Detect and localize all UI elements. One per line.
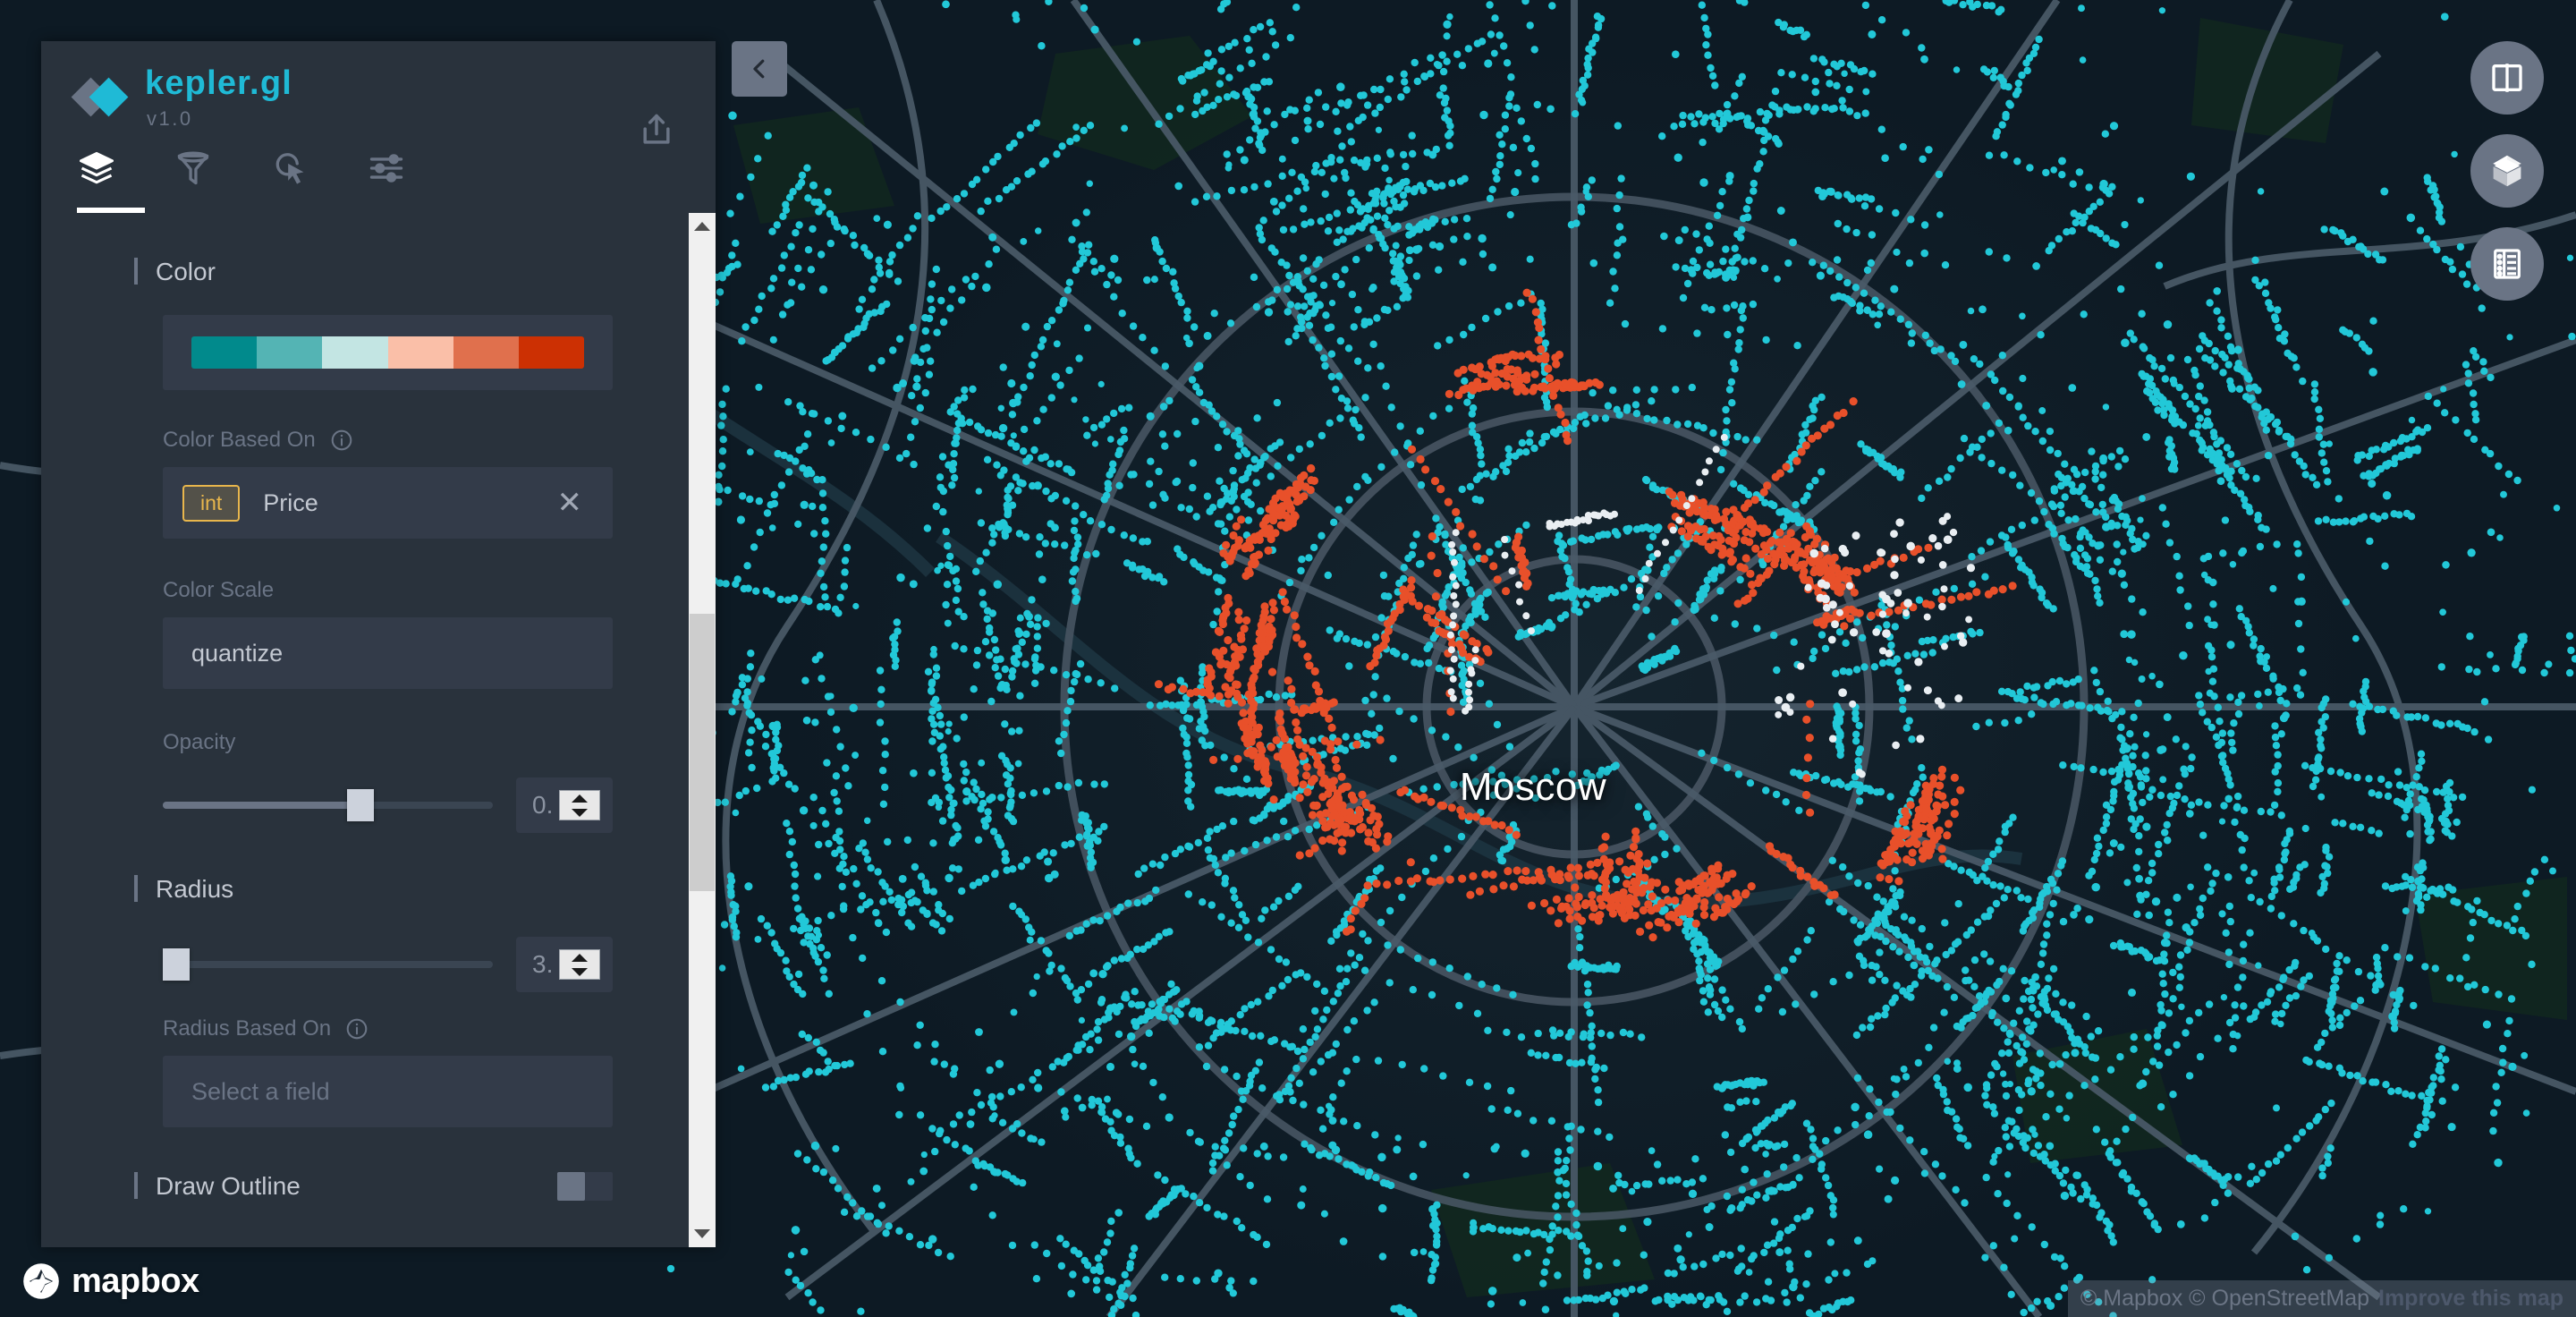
info-icon[interactable]: [345, 1017, 369, 1041]
section-radius: Radius: [41, 871, 689, 907]
panel-tab-bar: [77, 141, 716, 213]
color-scale-label: Color Scale: [163, 578, 275, 602]
radius-value-input[interactable]: 3.: [516, 937, 613, 992]
color-field-name: Price: [263, 489, 318, 516]
radius-value: 3.: [532, 950, 554, 978]
cursor-click-icon: [275, 153, 304, 184]
panel-header: kepler.gl v1.0: [41, 41, 716, 213]
color-based-on-label-row: Color Based On: [41, 428, 689, 453]
opacity-slider-row: 0.: [163, 769, 613, 841]
color-palette-selector[interactable]: [163, 315, 613, 390]
opacity-slider[interactable]: [163, 786, 493, 825]
radius-stepper[interactable]: [559, 949, 600, 980]
brand-logo: kepler.gl v1.0: [71, 64, 680, 131]
color-palette-swatches: [191, 336, 584, 369]
radius-slider-handle[interactable]: [162, 948, 190, 981]
funnel-icon: [177, 151, 209, 185]
scrollbar-thumb[interactable]: [690, 614, 715, 891]
tab-interactions[interactable]: [270, 141, 367, 213]
side-panel: kepler.gl v1.0 Color Color Based On int …: [41, 41, 716, 1247]
clear-color-field-button[interactable]: ✕: [552, 488, 589, 518]
app-title: kepler.gl: [145, 64, 292, 102]
panel-scrollbar[interactable]: [689, 213, 716, 1247]
improve-map-link[interactable]: Improve this map: [2378, 1286, 2563, 1312]
palette-swatch-3: [387, 336, 453, 369]
radius-based-on-label: Radius Based On: [163, 1016, 332, 1041]
map-attribution: © Mapbox © OpenStreetMap Improve this ma…: [2067, 1280, 2576, 1317]
draw-outline-label: Draw Outline: [156, 1172, 301, 1200]
color-based-on-label: Color Based On: [163, 428, 316, 452]
tab-map-style[interactable]: [367, 141, 463, 213]
attribution-text: © Mapbox © OpenStreetMap: [2080, 1286, 2369, 1311]
palette-swatch-4: [453, 336, 519, 369]
radius-slider[interactable]: [162, 945, 493, 984]
color-field-selector[interactable]: int Price ✕: [163, 467, 613, 539]
palette-swatch-0: [191, 336, 258, 369]
layer-config-scroll: Color Color Based On int Price ✕ Color S: [41, 213, 689, 1247]
collapse-panel-button[interactable]: [732, 41, 787, 97]
palette-swatch-5: [518, 336, 584, 369]
3d-map-button[interactable]: [2470, 134, 2544, 208]
opacity-stepper[interactable]: [559, 790, 600, 820]
split-map-button[interactable]: [2470, 41, 2544, 115]
section-radius-title: Radius: [156, 875, 234, 903]
mapbox-logo[interactable]: mapbox: [21, 1262, 199, 1301]
opacity-value-input[interactable]: 0.: [516, 777, 613, 833]
radius-slider-row: 3.: [162, 929, 613, 1000]
draw-outline-toggle[interactable]: [557, 1172, 613, 1201]
opacity-value: 0.: [532, 791, 554, 819]
palette-swatch-1: [257, 336, 323, 369]
mapbox-logo-text: mapbox: [72, 1262, 199, 1300]
color-scale-selector[interactable]: quantize: [163, 617, 613, 689]
tab-filters[interactable]: [174, 141, 270, 213]
app-version: v1.0: [147, 106, 193, 130]
color-scale-label-row: Color Scale: [41, 578, 689, 603]
scroll-up-button[interactable]: [689, 213, 716, 240]
section-color-title: Color: [156, 258, 216, 285]
data-table-button[interactable]: [2470, 227, 2544, 301]
split-map-icon: [2492, 64, 2522, 92]
opacity-label-row: Opacity: [41, 730, 689, 755]
opacity-label: Opacity: [163, 730, 236, 754]
map-control-group: [2470, 41, 2544, 301]
color-scale-value: quantize: [191, 639, 284, 667]
tab-layers[interactable]: [77, 141, 174, 213]
layers-icon: [80, 151, 114, 184]
palette-swatch-2: [322, 336, 388, 369]
chevron-left-icon: [753, 59, 765, 79]
cube-3d-icon: [2493, 155, 2521, 187]
section-color: Color: [41, 254, 689, 290]
radius-field-selector[interactable]: Select a field: [163, 1056, 613, 1127]
opacity-slider-handle[interactable]: [347, 789, 375, 821]
field-type-badge: int: [182, 484, 241, 522]
sliders-icon: [369, 154, 403, 183]
table-icon: [2494, 249, 2521, 279]
info-icon[interactable]: [330, 429, 353, 452]
radius-based-on-label-row: Radius Based On: [41, 1016, 689, 1041]
panel-body: Color Color Based On int Price ✕ Color S: [41, 213, 716, 1247]
mapbox-mark-icon: [23, 1263, 59, 1299]
kepler-logo-icon: [71, 77, 129, 118]
scroll-down-button[interactable]: [689, 1220, 716, 1247]
draw-outline-row: Draw Outline: [41, 1167, 689, 1206]
radius-field-placeholder: Select a field: [191, 1077, 330, 1105]
